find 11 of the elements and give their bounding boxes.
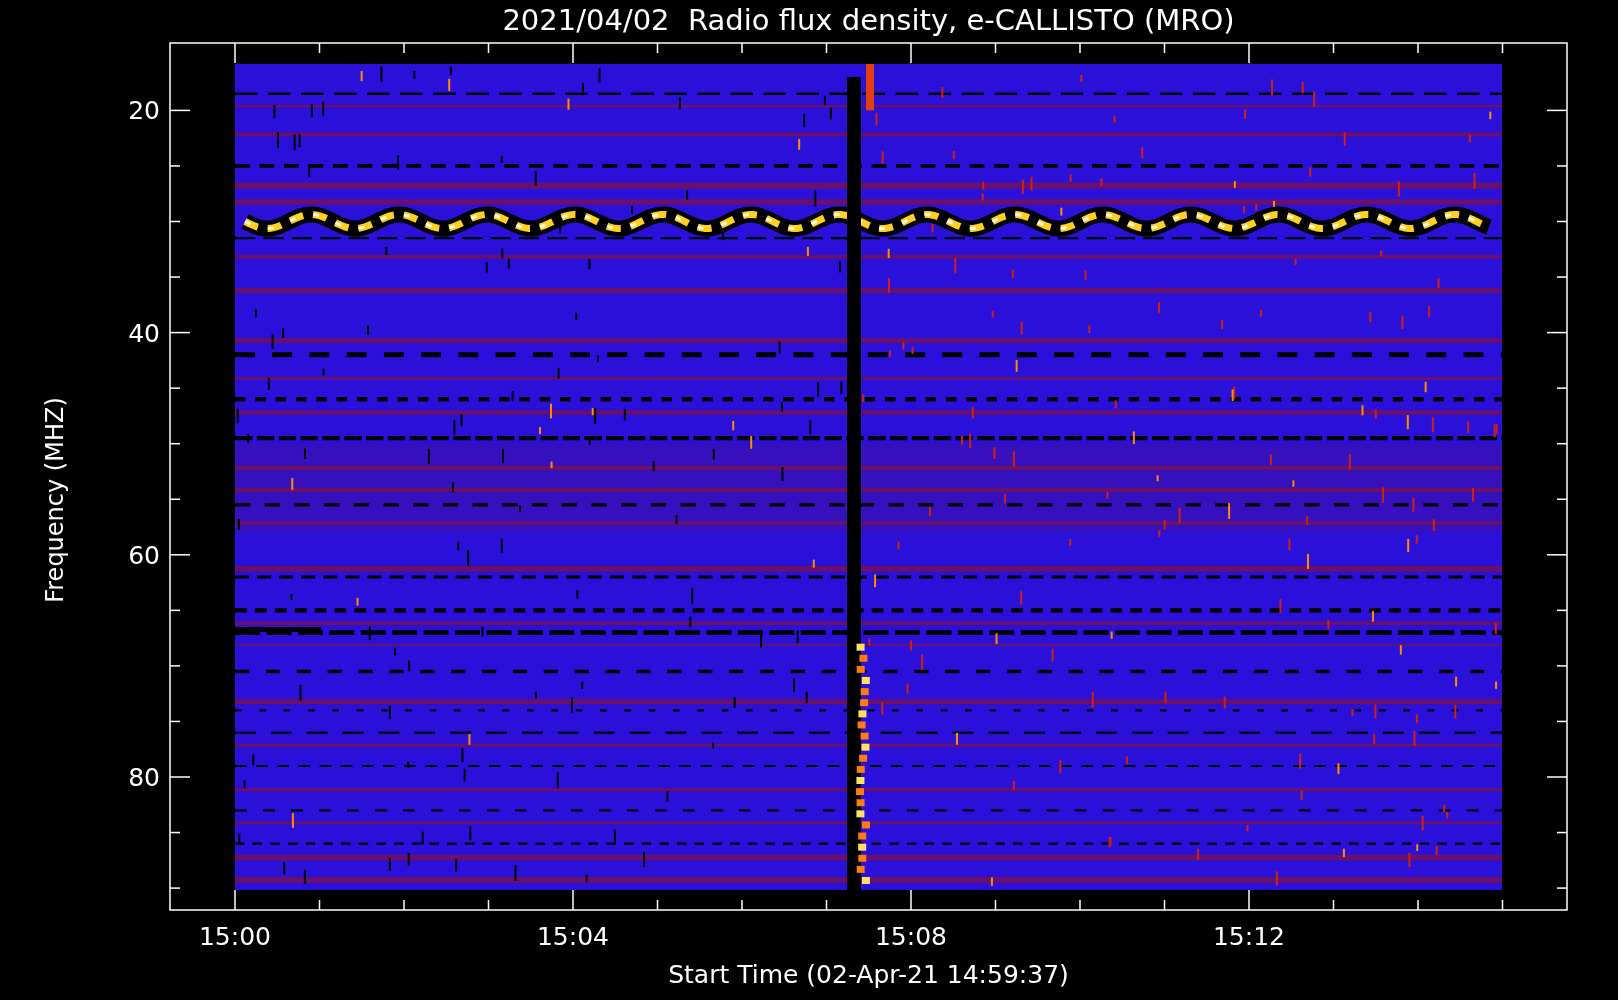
tick-label: 60 bbox=[128, 540, 160, 570]
tick-label: 40 bbox=[128, 318, 160, 348]
plot-title: 2021/04/02 Radio flux density, e-CALLISTO (MRO) bbox=[502, 2, 1235, 38]
tick-label: 15:04 bbox=[537, 922, 609, 951]
tick-label: 15:12 bbox=[1213, 922, 1285, 951]
axis-label: Start Time (02-Apr-21 14:59:37) bbox=[668, 960, 1069, 990]
axis-label: Frequency (MHZ) bbox=[40, 397, 70, 603]
tick-label: 15:08 bbox=[875, 922, 947, 951]
tick-label: 15:00 bbox=[199, 922, 271, 951]
tick-label: 20 bbox=[128, 96, 160, 126]
tick-label: 80 bbox=[128, 763, 160, 792]
